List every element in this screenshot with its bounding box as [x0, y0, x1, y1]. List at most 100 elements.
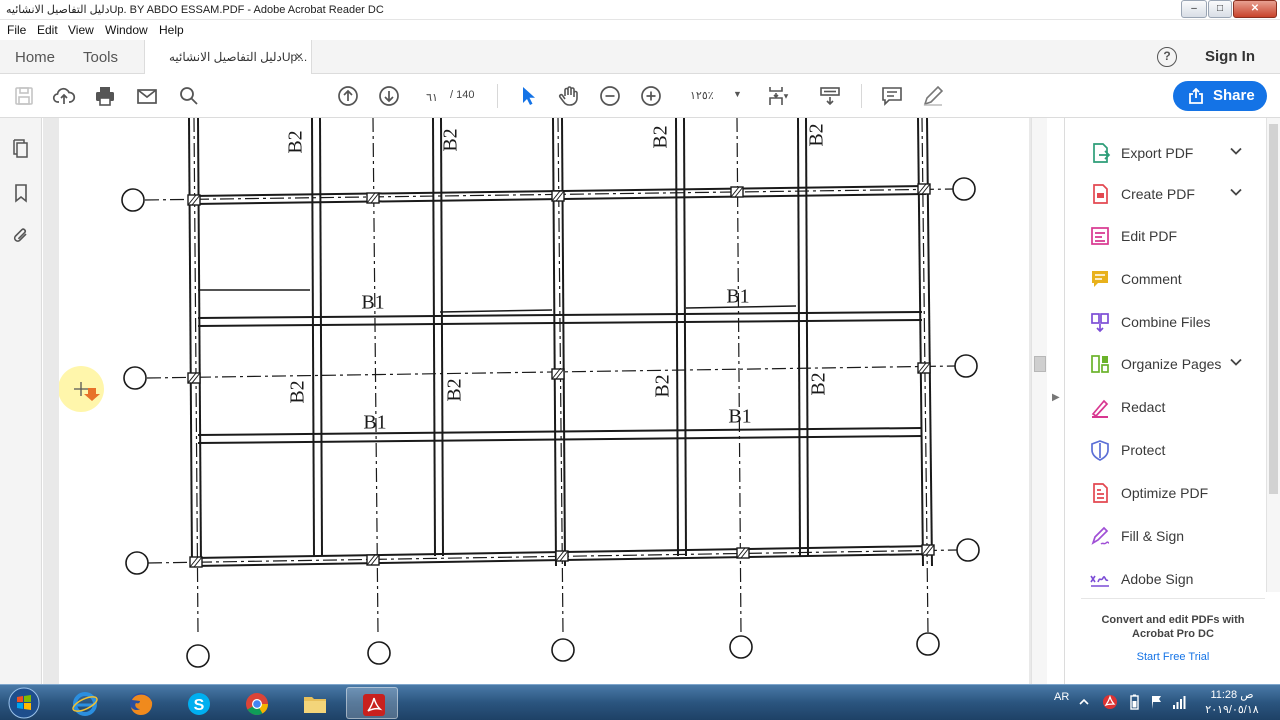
search-icon[interactable]: [177, 84, 201, 108]
scroll-mode-icon[interactable]: [818, 84, 842, 108]
beam-label: B2: [650, 125, 672, 148]
beam-label: B2: [440, 128, 462, 151]
minimize-button[interactable]: –: [1181, 0, 1207, 18]
menu-help[interactable]: Help: [159, 23, 184, 37]
start-free-trial-link[interactable]: Start Free Trial: [1081, 651, 1265, 663]
maximize-button[interactable]: □: [1208, 0, 1232, 18]
chevron-down-icon[interactable]: [1229, 185, 1243, 202]
grid-bubble: [952, 177, 976, 201]
show-hidden-icons-icon[interactable]: [1076, 694, 1092, 710]
taskbar-skype[interactable]: S: [172, 687, 224, 719]
highlight-pen-icon[interactable]: [921, 84, 945, 108]
tool-redact[interactable]: Redact: [1065, 386, 1265, 426]
email-icon[interactable]: [135, 84, 159, 108]
menu-view[interactable]: View: [68, 23, 94, 37]
column-line: [561, 118, 566, 567]
tool-label: Adobe Sign: [1121, 571, 1194, 587]
menu-file[interactable]: File: [7, 23, 26, 37]
scrollbar-thumb[interactable]: [1269, 124, 1278, 494]
zoom-out-icon[interactable]: [598, 84, 622, 108]
upload-cloud-icon[interactable]: [52, 84, 76, 108]
secondary-beam-line: [197, 427, 923, 436]
document-view[interactable]: B2 B2 B2 B2 B1 B1 B2 B2 B2 B2 B1 B1: [43, 118, 1045, 684]
save-icon[interactable]: [12, 84, 36, 108]
beam-label: B2: [652, 374, 674, 397]
tool-edit-pdf[interactable]: Edit PDF: [1065, 215, 1265, 255]
bookmark-icon[interactable]: [10, 182, 32, 204]
start-button[interactable]: [4, 686, 44, 720]
page-display-icon[interactable]: [766, 84, 790, 108]
tab-bar: Home Tools دليل التفاصيل الانشائيهUp... …: [0, 40, 1280, 74]
zoom-in-icon[interactable]: [639, 84, 663, 108]
clock-time[interactable]: ص 11:28: [1200, 688, 1264, 701]
beam-label: B1: [361, 292, 384, 314]
beam-label: B2: [285, 130, 307, 153]
tab-home[interactable]: Home: [15, 49, 55, 66]
tool-optimize-pdf[interactable]: Optimize PDF: [1065, 472, 1265, 512]
clock-date[interactable]: ٢٠١٩/٠٥/١٨: [1196, 703, 1268, 716]
menu-bar: File Edit View Window Help: [0, 20, 1280, 40]
comment-icon: [1089, 268, 1111, 290]
previous-page-icon[interactable]: [336, 84, 360, 108]
grid-bubble: [367, 641, 391, 665]
tool-comment[interactable]: Comment: [1065, 258, 1265, 298]
chevron-down-icon[interactable]: [1229, 355, 1243, 372]
beam-label: B2: [808, 372, 830, 395]
sign-in-link[interactable]: Sign In: [1205, 48, 1255, 65]
tool-organize-pages[interactable]: Organize Pages: [1065, 343, 1265, 383]
tool-create-pdf[interactable]: Create PDF: [1065, 173, 1265, 213]
tool-export-pdf[interactable]: Export PDF: [1065, 132, 1265, 172]
beam-label: B1: [726, 286, 749, 308]
grid-bubble: [123, 366, 147, 390]
attachment-icon[interactable]: [10, 225, 32, 247]
grid-bubble: [121, 188, 145, 212]
zoom-level-select[interactable]: ١٢٥٪: [690, 89, 714, 102]
chevron-down-icon[interactable]: ▼: [733, 89, 742, 99]
battery-icon[interactable]: [1126, 694, 1142, 710]
tab-document[interactable]: دليل التفاصيل الانشائيهUp... ×: [144, 40, 312, 74]
page-number-input[interactable]: [416, 87, 448, 107]
taskbar-chrome[interactable]: [230, 687, 282, 719]
select-tool-icon[interactable]: [516, 84, 540, 108]
page-thumbnails-icon[interactable]: [10, 138, 32, 160]
next-page-icon[interactable]: [377, 84, 401, 108]
print-icon[interactable]: [93, 84, 117, 108]
secondary-beam-line: [319, 118, 323, 557]
adobe-sign-icon: [1089, 568, 1111, 590]
taskbar-acrobat-reader[interactable]: [346, 687, 398, 719]
tab-tools[interactable]: Tools: [83, 49, 118, 66]
tool-fill-sign[interactable]: Fill & Sign: [1065, 515, 1265, 555]
hand-tool-icon[interactable]: [557, 84, 581, 108]
menu-edit[interactable]: Edit: [37, 23, 58, 37]
comment-icon[interactable]: [880, 84, 904, 108]
share-button[interactable]: Share: [1173, 81, 1267, 111]
create-pdf-icon: [1089, 183, 1111, 205]
folder-icon: [304, 697, 326, 713]
tools-pane-scrollbar[interactable]: [1266, 118, 1280, 592]
expand-right-pane-icon[interactable]: ▶: [1052, 392, 1060, 403]
tool-protect[interactable]: Protect: [1065, 429, 1265, 469]
tool-adobe-sign[interactable]: Adobe Sign: [1065, 558, 1265, 598]
action-center-flag-icon[interactable]: [1149, 694, 1165, 710]
close-tab-icon[interactable]: ×: [295, 48, 303, 64]
tool-label: Export PDF: [1121, 145, 1194, 161]
document-tab-label: دليل التفاصيل الانشائيهUp...: [169, 50, 308, 64]
column-line: [188, 118, 193, 567]
tool-label: Comment: [1121, 271, 1182, 287]
taskbar-file-explorer[interactable]: [288, 687, 340, 719]
grid-bubble: [954, 354, 978, 378]
close-window-button[interactable]: ✕: [1233, 0, 1277, 18]
network-icon[interactable]: [1171, 694, 1187, 710]
slab-edge-line: [439, 309, 553, 313]
grid-bubble: [186, 644, 210, 668]
taskbar-firefox[interactable]: [114, 687, 166, 719]
menu-window[interactable]: Window: [105, 23, 148, 37]
scrollbar-thumb[interactable]: [1034, 356, 1046, 372]
input-language-indicator[interactable]: AR: [1054, 691, 1069, 703]
taskbar-internet-explorer[interactable]: [58, 687, 110, 719]
document-vertical-scrollbar[interactable]: [1031, 118, 1047, 684]
help-icon[interactable]: ?: [1157, 47, 1177, 67]
acrobat-tray-icon[interactable]: [1102, 694, 1118, 710]
chevron-down-icon[interactable]: [1229, 144, 1243, 161]
tool-combine-files[interactable]: Combine Files: [1065, 301, 1265, 341]
